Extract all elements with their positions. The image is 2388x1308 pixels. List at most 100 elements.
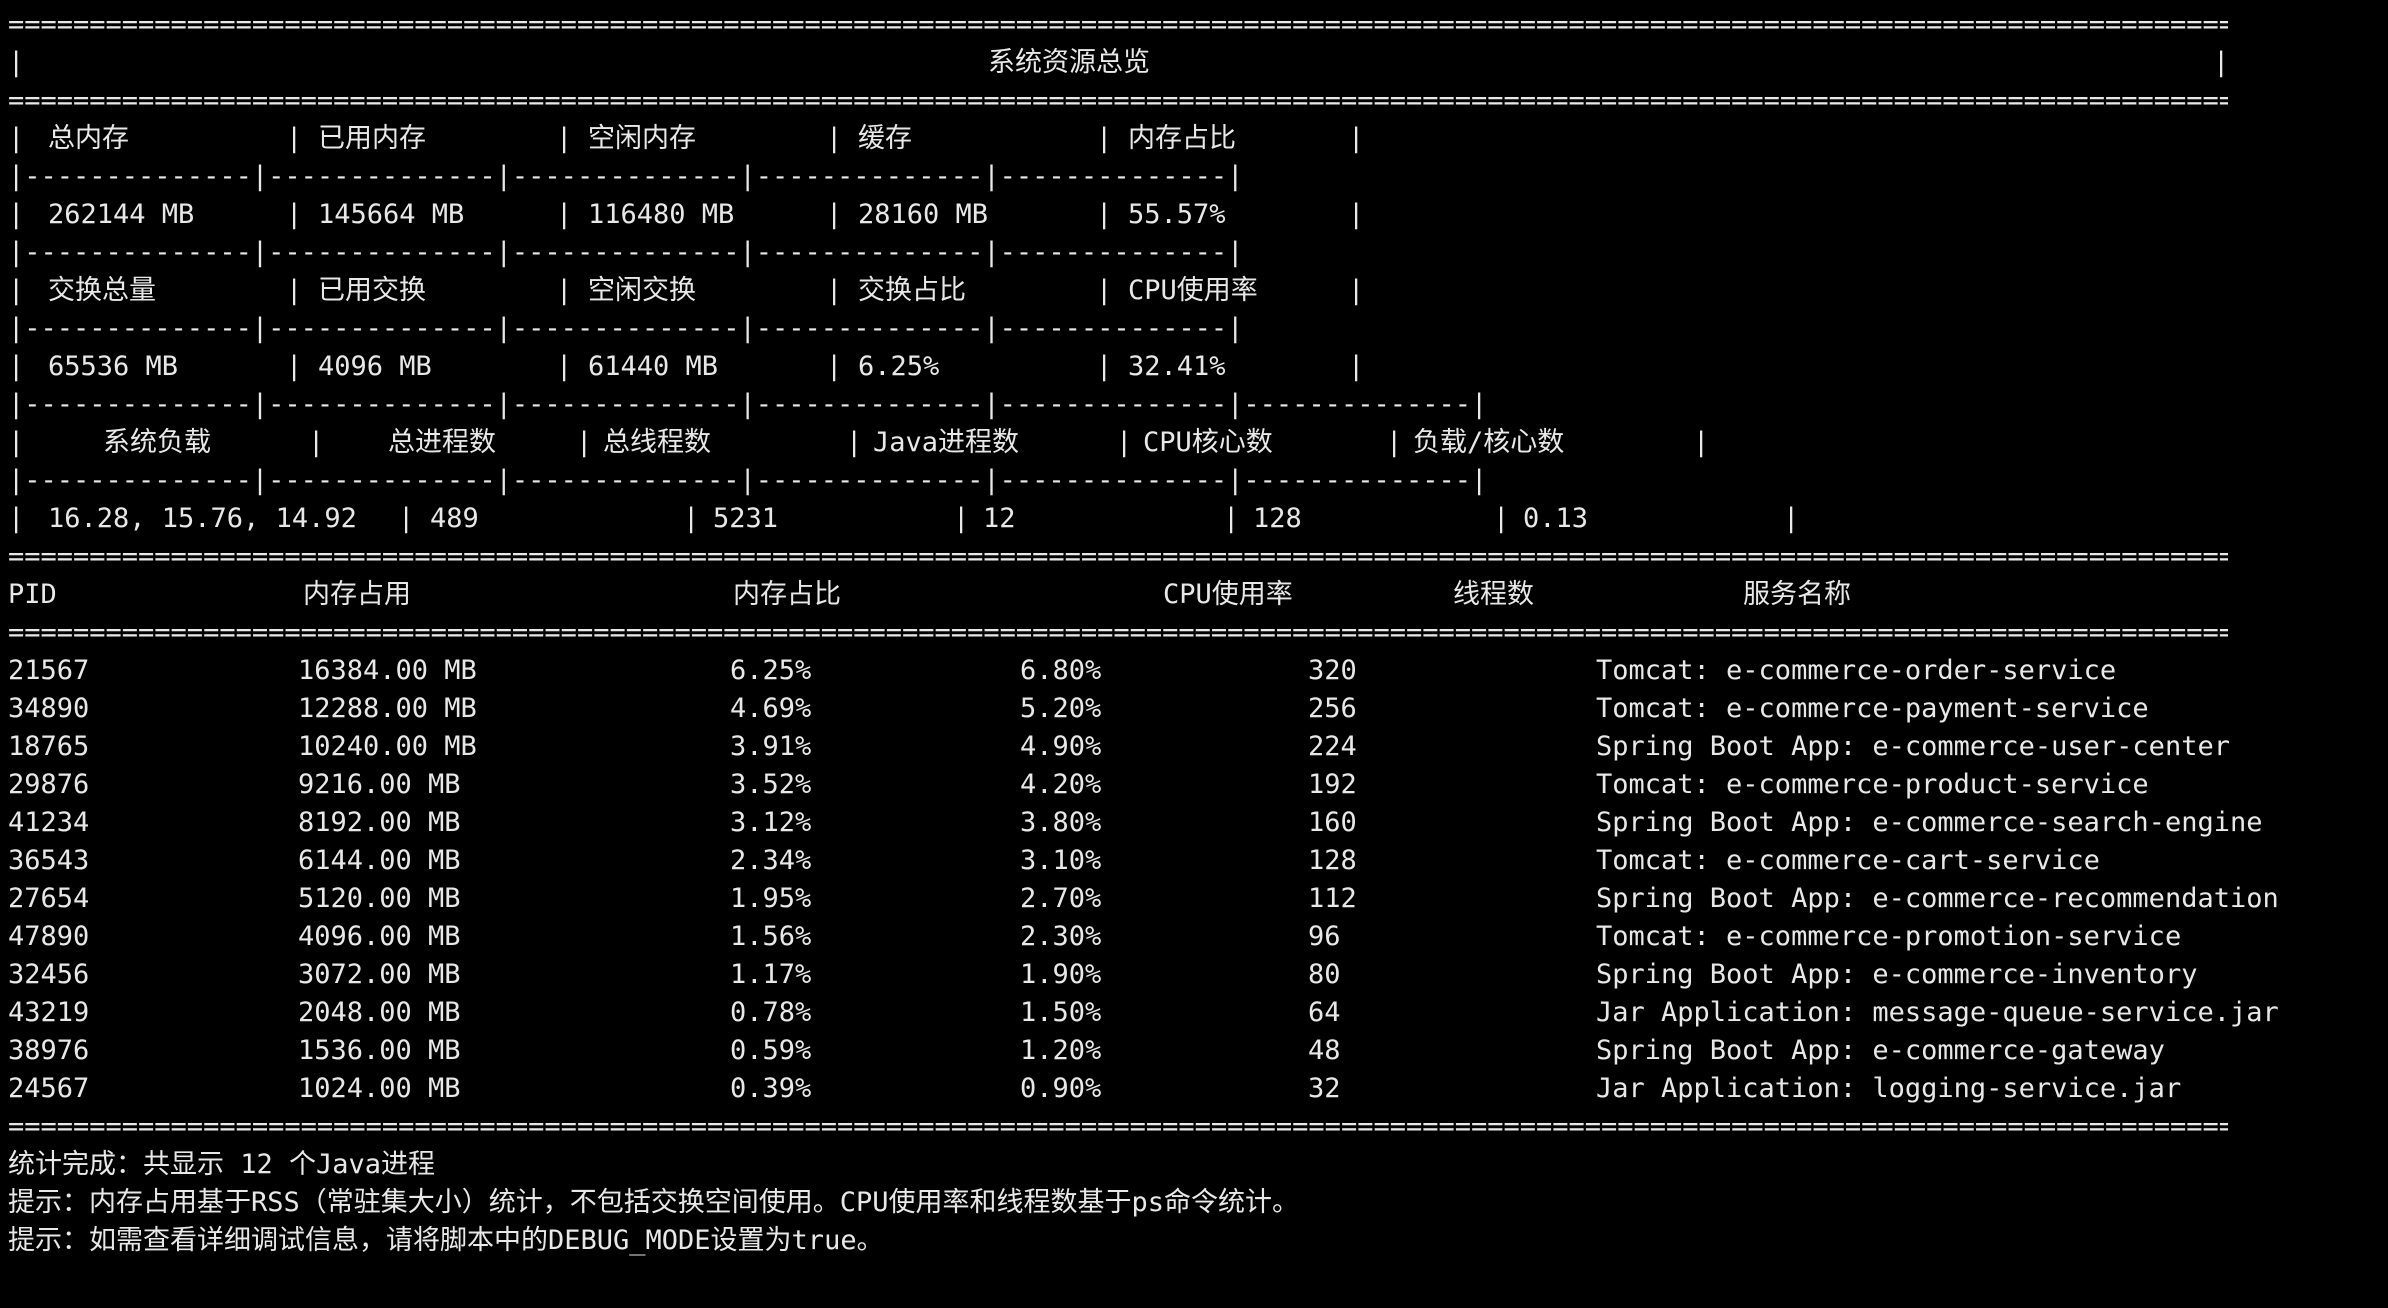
load-label-system: 系统负载 [103, 427, 211, 458]
table-row: 21567 16384.00 MB 6.25% 6.80% 320 Tomcat: e-c… [8, 652, 2388, 690]
cell-memory-percent: 0.78% [730, 997, 812, 1028]
separator-double: ========================================… [8, 1111, 2228, 1142]
separator-dashed: |--------------|--------------|---------… [8, 237, 1244, 268]
cell-pid: 18765 [8, 731, 90, 762]
cell-cpu-percent: 3.80% [1020, 807, 1102, 838]
cell-memory-percent: 3.12% [730, 807, 812, 838]
table-row: 43219 2048.00 MB 0.78% 1.50% 64 Jar Applicati… [8, 994, 2388, 1032]
terminal-window[interactable]: ========================================… [0, 0, 2388, 1308]
cell-service-name: Jar Application: message-queue-service.j… [1596, 997, 2279, 1028]
table-row: 29876 9216.00 MB 3.52% 4.20% 192 Tomcat: e-co… [8, 766, 2388, 804]
footer-tip-debug: 提示：如需查看详细调试信息，请将脚本中的DEBUG_MODE设置为true。 [8, 1225, 884, 1256]
table-row: 36543 6144.00 MB 2.34% 3.10% 128 Tomcat: e-co… [8, 842, 2388, 880]
process-table-header: PID 内存占用 内存占比 CPU使用率 线程数 服务名称 [8, 576, 2388, 614]
cell-service-name: Tomcat: e-commerce-order-service [1596, 655, 2117, 686]
separator-dashed: |--------------|--------------|---------… [8, 313, 1244, 344]
load-label-processes: 总进程数 [388, 427, 496, 458]
table-row: 32456 3072.00 MB 1.17% 1.90% 80 Spring Boot A… [8, 956, 2388, 994]
cell-threads: 32 [1308, 1073, 1341, 1104]
table-row: 41234 8192.00 MB 3.12% 3.80% 160 Spring Boot … [8, 804, 2388, 842]
cell-memory: 6144.00 MB [298, 845, 461, 876]
cell-memory: 8192.00 MB [298, 807, 461, 838]
memory-value-row: | 262144 MB | 145664 MB | 116480 MB | 28… [8, 196, 2388, 234]
cell-pid: 29876 [8, 769, 90, 800]
cell-memory: 10240.00 MB [298, 731, 477, 762]
header-service-name: 服务名称 [1743, 579, 1851, 610]
cell-service-name: Spring Boot App: e-commerce-inventory [1596, 959, 2198, 990]
summary-title-row: | 系统资源总览 | [8, 44, 2388, 82]
cell-service-name: Spring Boot App: e-commerce-user-center [1596, 731, 2230, 762]
cell-cpu-percent: 2.30% [1020, 921, 1102, 952]
memory-value-used: 145664 MB [318, 199, 465, 230]
cell-memory-percent: 6.25% [730, 655, 812, 686]
cell-threads: 48 [1308, 1035, 1341, 1066]
cell-cpu-percent: 0.90% [1020, 1073, 1102, 1104]
cell-service-name: Tomcat: e-commerce-cart-service [1596, 845, 2100, 876]
cell-cpu-percent: 1.20% [1020, 1035, 1102, 1066]
cell-memory-percent: 3.52% [730, 769, 812, 800]
cell-threads: 192 [1308, 769, 1357, 800]
header-threads: 线程数 [1453, 579, 1534, 610]
memory-value-total: 262144 MB [48, 199, 195, 230]
cell-memory: 1024.00 MB [298, 1073, 461, 1104]
load-value-threads: 5231 [713, 503, 779, 534]
swap-value-free: 61440 MB [588, 351, 719, 382]
header-pid: PID [8, 579, 57, 610]
load-value-row: | 16.28, 15.76, 14.92 | 489 | 5231 | 12 … [8, 500, 2388, 538]
cell-service-name: Spring Boot App: e-commerce-gateway [1596, 1035, 2165, 1066]
separator-double: ========================================… [8, 617, 2228, 648]
swap-value-total: 65536 MB [48, 351, 179, 382]
memory-label-total: 总内存 [48, 123, 129, 154]
separator-dashed: |--------------|--------------|---------… [8, 389, 1488, 420]
load-label-threads: 总线程数 [603, 427, 711, 458]
load-label-row: | 系统负载 | 总进程数 | 总线程数 | Java进程数 | CPU核心数 … [8, 424, 2388, 462]
load-value-processes: 489 [430, 503, 479, 534]
separator-dashed: |--------------|--------------|---------… [8, 161, 1244, 192]
cell-threads: 256 [1308, 693, 1357, 724]
load-label-load-per-core: 负载/核心数 [1413, 427, 1565, 458]
cell-threads: 128 [1308, 845, 1357, 876]
table-row: 27654 5120.00 MB 1.95% 2.70% 112 Spring Boot … [8, 880, 2388, 918]
separator-double: ========================================… [8, 85, 2228, 116]
memory-value-free: 116480 MB [588, 199, 735, 230]
cell-pid: 36543 [8, 845, 90, 876]
cell-pid: 34890 [8, 693, 90, 724]
process-table-body: 21567 16384.00 MB 6.25% 6.80% 320 Tomcat: e-c… [8, 652, 2388, 1108]
cell-cpu-percent: 3.10% [1020, 845, 1102, 876]
footer-summary: 统计完成：共显示 12 个Java进程 [8, 1149, 436, 1180]
swap-label-row: | 交换总量 | 已用交换 | 空闲交换 | 交换占比 | CPU使用率 | [8, 272, 2388, 310]
cell-cpu-percent: 5.20% [1020, 693, 1102, 724]
border-bar: | [2213, 47, 2230, 78]
swap-label-cpu: CPU使用率 [1128, 275, 1258, 306]
load-value-load-per-core: 0.13 [1523, 503, 1589, 534]
cell-cpu-percent: 1.50% [1020, 997, 1102, 1028]
cell-pid: 24567 [8, 1073, 90, 1104]
cell-memory-percent: 0.39% [730, 1073, 812, 1104]
cell-memory: 4096.00 MB [298, 921, 461, 952]
cell-memory-percent: 0.59% [730, 1035, 812, 1066]
memory-label-free: 空闲内存 [588, 123, 696, 154]
cell-threads: 320 [1308, 655, 1357, 686]
header-memory-percent: 内存占比 [733, 579, 841, 610]
cell-service-name: Tomcat: e-commerce-promotion-service [1596, 921, 2182, 952]
cell-memory-percent: 1.17% [730, 959, 812, 990]
swap-value-row: | 65536 MB | 4096 MB | 61440 MB | 6.25% … [8, 348, 2388, 386]
table-row: 38976 1536.00 MB 0.59% 1.20% 48 Spring Boot A… [8, 1032, 2388, 1070]
cell-memory-percent: 4.69% [730, 693, 812, 724]
memory-value-cache: 28160 MB [858, 199, 989, 230]
load-value-system: 16.28, 15.76, 14.92 [48, 503, 357, 534]
table-row: 24567 1024.00 MB 0.39% 0.90% 32 Jar Applicati… [8, 1070, 2388, 1108]
cell-pid: 38976 [8, 1035, 90, 1066]
memory-label-cache: 缓存 [858, 123, 912, 154]
swap-value-cpu: 32.41% [1128, 351, 1226, 382]
memory-label-row: | 总内存 | 已用内存 | 空闲内存 | 缓存 | 内存占比 | [8, 120, 2388, 158]
cell-cpu-percent: 6.80% [1020, 655, 1102, 686]
cell-cpu-percent: 2.70% [1020, 883, 1102, 914]
cell-pid: 41234 [8, 807, 90, 838]
swap-label-total: 交换总量 [48, 275, 156, 306]
swap-label-free: 空闲交换 [588, 275, 696, 306]
separator-dashed: |--------------|--------------|---------… [8, 465, 1488, 496]
cell-memory: 12288.00 MB [298, 693, 477, 724]
cell-service-name: Tomcat: e-commerce-payment-service [1596, 693, 2149, 724]
cell-memory: 1536.00 MB [298, 1035, 461, 1066]
